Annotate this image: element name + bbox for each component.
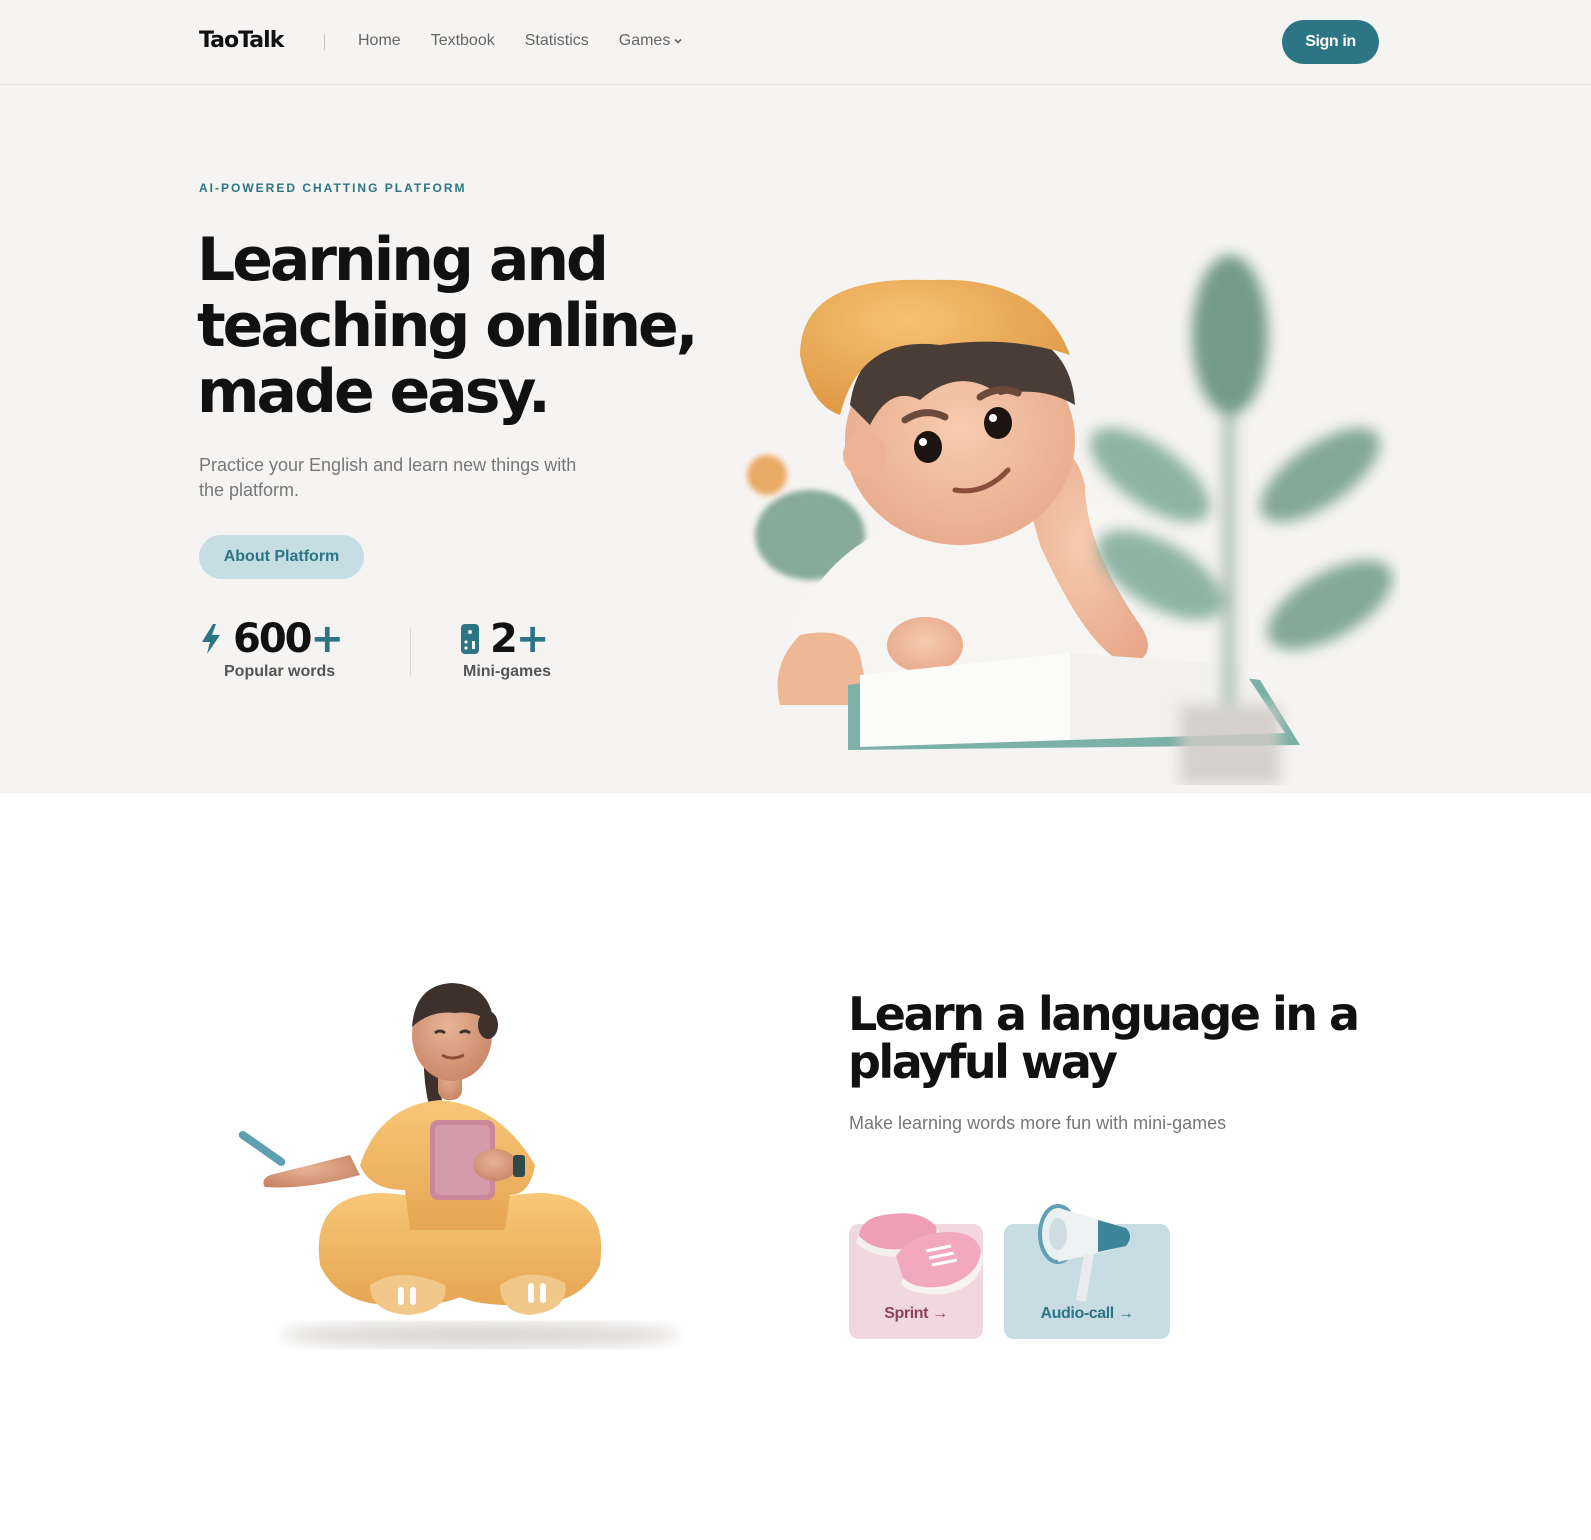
stat-divider: [410, 628, 411, 676]
audio-call-label: Audio-call →: [1040, 1305, 1134, 1322]
nav-divider: [324, 34, 325, 50]
sneakers-icon: [856, 1213, 983, 1295]
chevron-down-icon: [674, 38, 682, 44]
about-platform-button[interactable]: About Platform: [199, 535, 364, 579]
sprint-game-card[interactable]: Sprint →: [849, 1213, 983, 1339]
hero-title: Learning and teaching online, made easy.: [197, 225, 699, 427]
nav-home[interactable]: Home: [358, 32, 401, 50]
stat-value: 600+: [233, 616, 344, 662]
nav-games-dropdown[interactable]: Games: [619, 32, 684, 50]
site-header: TaoTalk Home Textbook Statistics Games S…: [0, 0, 1591, 85]
stat-popular-words: 600+ Popular words: [199, 616, 344, 681]
hero-subtitle: Practice your English and learn new thin…: [199, 455, 577, 500]
person-with-tablet-illustration: [238, 983, 680, 1347]
nav-textbook[interactable]: Textbook: [431, 32, 495, 50]
stat-mini-games: 2+ Mini-games: [460, 617, 551, 681]
megaphone-icon: [1038, 1204, 1130, 1302]
stat-label: Popular words: [224, 663, 336, 680]
logo[interactable]: TaoTalk: [199, 28, 284, 53]
game-controller-icon: [461, 624, 479, 654]
hero-section: AI-POWERED CHATTING PLATFORM Learning an…: [0, 85, 1591, 793]
nav-statistics[interactable]: Statistics: [525, 32, 589, 50]
stat-label: Mini-games: [463, 663, 552, 680]
sign-in-button[interactable]: Sign in: [1282, 20, 1379, 64]
section2-subtitle: Make learning words more fun with mini-g…: [849, 1113, 1227, 1133]
nav-games-label: Games: [618, 32, 671, 49]
sprint-label: Sprint →: [884, 1305, 948, 1322]
main-nav: Home Textbook Statistics Games: [358, 32, 683, 50]
lightning-icon: [202, 624, 220, 654]
stat-value: 2+: [490, 616, 549, 662]
hero-eyebrow: AI-POWERED CHATTING PLATFORM: [199, 181, 467, 195]
hero-boy-reading-illustration: [747, 255, 1393, 785]
section2-title: Learn a language in a playful way: [848, 987, 1360, 1089]
audio-call-game-card[interactable]: Audio-call →: [1004, 1204, 1170, 1339]
